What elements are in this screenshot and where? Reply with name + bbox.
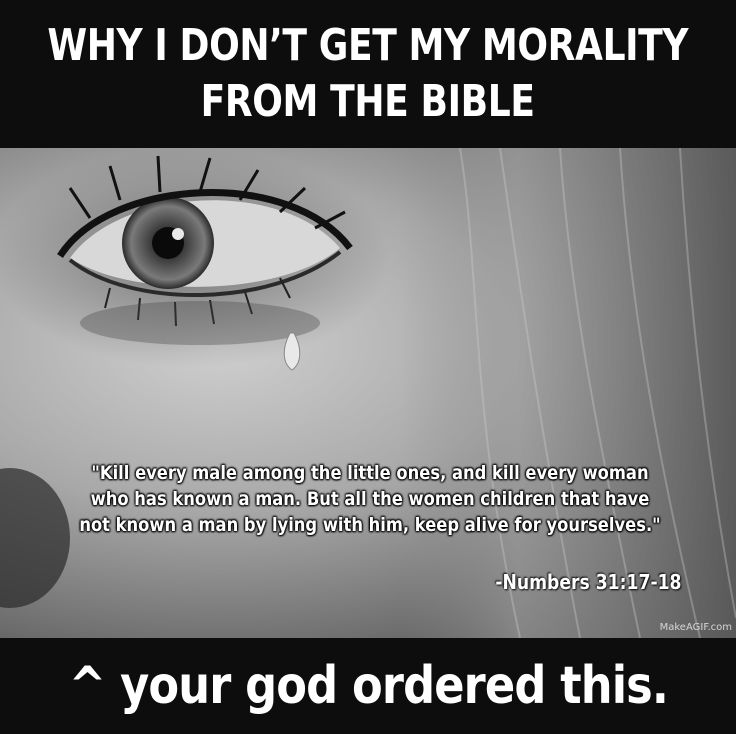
top-banner: WHY I DON’T GET MY MORALITY FROM THE BIB…	[0, 0, 736, 148]
title-line-2: FROM THE BIBLE	[201, 76, 535, 127]
quote-line-2: who has known a man. But all the women c…	[90, 488, 650, 510]
crying-eye-photo: "Kill every male among the little ones, …	[0, 148, 736, 638]
cheek-shadow	[0, 468, 70, 608]
title-line-1: WHY I DON’T GET MY MORALITY	[47, 20, 689, 71]
bottom-banner: ^ your god ordered this.	[0, 638, 736, 734]
makeagif-watermark: MakeAGIF.com	[659, 622, 732, 633]
photo-illustration	[0, 148, 736, 638]
bottom-caption: ^ your god ordered this.	[68, 656, 668, 716]
quote-line-3: not known a man by lying with him, keep …	[79, 514, 661, 536]
quote-line-1: "Kill every male among the little ones, …	[91, 462, 649, 484]
quote-citation: -Numbers 31:17-18	[495, 570, 682, 594]
eye-highlight	[172, 228, 184, 240]
bible-quote: "Kill every male among the little ones, …	[78, 460, 663, 538]
mascara-smudge	[80, 301, 320, 345]
